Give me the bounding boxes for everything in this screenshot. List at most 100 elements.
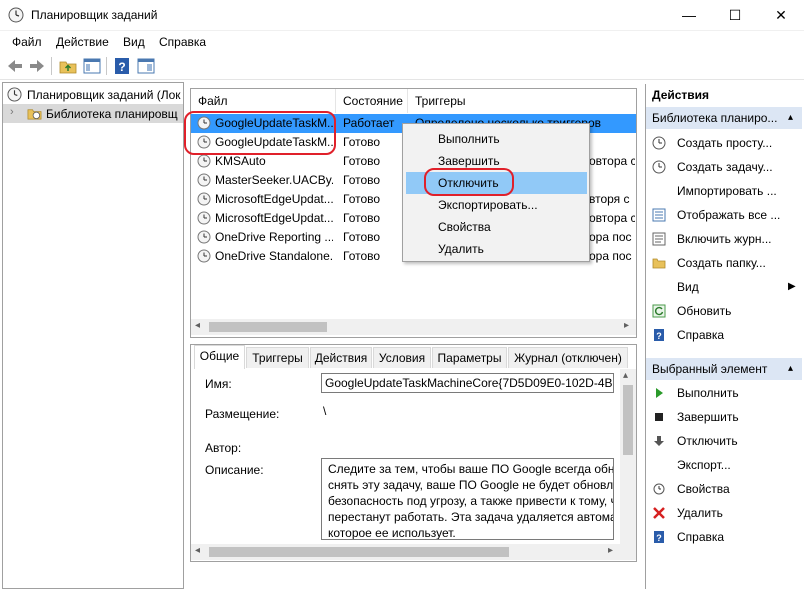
tree-item-label: Библиотека планировщ [46,107,178,121]
action-disable[interactable]: Отключить [646,429,802,453]
tab-settings[interactable]: Параметры [432,347,507,368]
task-state: Готово [343,154,381,168]
task-state: Готово [343,211,381,225]
maximize-button[interactable]: ☐ [712,0,758,31]
tab-triggers[interactable]: Триггеры [246,347,309,368]
menu-item-delete[interactable]: Удалить [406,238,587,260]
list-icon [652,208,666,222]
scrollbar-thumb[interactable] [209,322,327,332]
scrollbar-thumb[interactable] [209,547,509,557]
location-value: \ [323,404,327,418]
task-clock-icon [197,154,211,168]
clock-properties-icon [653,483,665,495]
help-icon[interactable]: ? [112,56,132,76]
description-line: которое ее использует. [328,526,456,540]
task-trigger: овтора с [589,154,635,168]
section-header-library[interactable]: Библиотека планиро... ▴ [646,107,802,129]
task-state: Готово [343,249,381,263]
scroll-left-icon[interactable]: ◂ [195,320,200,331]
action-show-all[interactable]: Отображать все ... [646,203,802,227]
action-create-basic-task[interactable]: Создать просту... [646,131,802,155]
description-line: снять эту задачу, ваше ПО Google не буде… [328,478,614,492]
task-state: Готово [343,192,381,206]
folder-up-icon[interactable] [58,56,78,76]
panel-icon[interactable] [136,56,156,76]
action-create-folder[interactable]: Создать папку... [646,251,802,275]
menu-file[interactable]: Файл [12,35,42,49]
menu-view[interactable]: Вид [123,35,145,49]
close-button[interactable]: ✕ [758,0,804,31]
column-header-file[interactable]: Файл [191,89,336,113]
scroll-up-icon[interactable]: ▴ [623,370,628,381]
tab-actions[interactable]: Действия [310,347,372,368]
action-view[interactable]: Вид ▶ [646,275,802,299]
menu-action[interactable]: Действие [56,35,109,49]
actions-header: Действия [646,84,802,106]
action-enable-journal[interactable]: Включить журн... [646,227,802,251]
svg-text:?: ? [656,331,662,341]
toolbar: ? [0,53,804,80]
action-help[interactable]: ? Справка [646,323,802,347]
task-trigger: ора пос [589,230,632,244]
show-pane-icon[interactable] [82,56,102,76]
collapse-up-icon[interactable]: ▴ [788,358,793,380]
task-trigger: овтора с [589,211,635,225]
menu-help[interactable]: Справка [159,35,206,49]
menu-item-export[interactable]: Экспортировать... [406,194,587,216]
menu-item-properties[interactable]: Свойства [406,216,587,238]
task-name: MicrosoftEdgeUpdat... [215,211,333,225]
task-name: OneDrive Standalone... [215,249,333,263]
menu-bar: Файл Действие Вид Справка [0,31,804,53]
column-header-triggers[interactable]: Триггеры [408,89,636,113]
help-icon: ? [654,531,664,543]
name-field[interactable]: GoogleUpdateTaskMachineCore{7D5D09E0-102… [321,373,614,393]
tab-general[interactable]: Общие [194,345,245,369]
scroll-right-icon[interactable]: ▸ [624,320,629,331]
task-trigger: вторя с [589,192,630,206]
tree-item-library[interactable]: › Библиотека планировщ [3,104,183,123]
toolbar-separator [51,57,52,75]
submenu-arrow-icon: ▶ [788,281,796,292]
description-line: перестанут работать. Эта задача удаляетс… [328,510,614,524]
tree-item-root[interactable]: Планировщик заданий (Лок [3,85,183,104]
forward-arrow-icon[interactable] [27,56,47,76]
tab-conditions[interactable]: Условия [373,347,431,368]
vertical-scrollbar[interactable]: ▴ [620,369,636,545]
section-header-selected[interactable]: Выбранный элемент ▴ [646,358,802,380]
task-clock-icon [197,173,211,187]
annotation-highlight [184,111,336,155]
action-delete[interactable]: Удалить [646,501,802,525]
description-field[interactable]: Следите за тем, чтобы ваше ПО Google все… [321,458,614,540]
description-label: Описание: [205,463,264,477]
down-arrow-icon [654,436,664,446]
task-scheduler-icon [8,7,24,23]
action-properties[interactable]: Свойства [646,477,802,501]
task-name: MasterSeeker.UACBy... [215,173,333,187]
action-export[interactable]: Экспорт... [646,453,802,477]
action-end[interactable]: Завершить [646,405,802,429]
action-create-task[interactable]: Создать задачу... [646,155,802,179]
menu-item-run[interactable]: Выполнить [406,128,587,150]
chevron-right-icon[interactable]: › [10,106,14,118]
refresh-icon [652,304,666,318]
column-header-state[interactable]: Состояние [336,89,408,113]
horizontal-scrollbar[interactable]: ◂ ▸ [191,319,636,335]
action-help-selected[interactable]: ? Справка [646,525,802,549]
action-import[interactable]: Импортировать ... [646,179,802,203]
author-label: Автор: [205,441,242,455]
scroll-right-icon[interactable]: ▸ [608,545,613,556]
scroll-left-icon[interactable]: ◂ [195,545,200,556]
horizontal-scrollbar[interactable]: ◂ ▸ [191,544,636,560]
scrollbar-thumb[interactable] [623,385,633,455]
tab-history[interactable]: Журнал (отключен) [508,347,628,368]
folder-icon [652,258,666,269]
title-bar: Планировщик заданий — ☐ ✕ [0,0,804,31]
back-arrow-icon[interactable] [5,56,25,76]
task-state: Готово [343,173,381,187]
action-refresh[interactable]: Обновить [646,299,802,323]
collapse-up-icon[interactable]: ▴ [788,107,793,129]
minimize-button[interactable]: — [666,0,712,31]
folder-clock-icon [27,109,42,120]
action-run[interactable]: Выполнить [646,381,802,405]
name-label: Имя: [205,377,232,391]
